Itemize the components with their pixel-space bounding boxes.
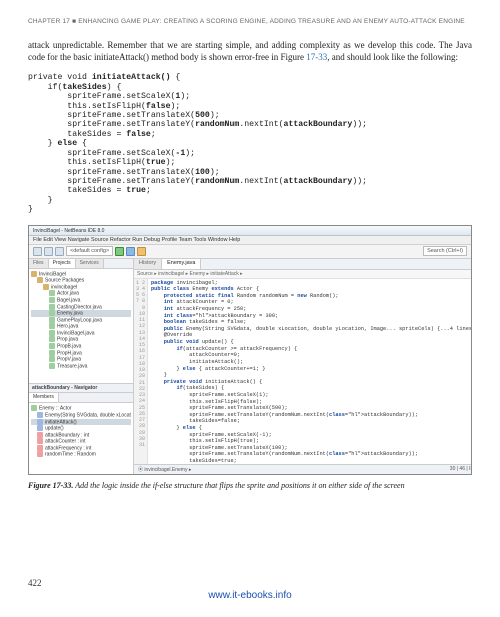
tree-root: InvinciBagel: [31, 271, 131, 278]
nav-item-selected: initiateAttack(): [31, 419, 131, 426]
run-icon[interactable]: [115, 247, 124, 256]
caption-text: Add the logic inside the if-else structu…: [73, 481, 404, 490]
editor-status-bar: ⦿ invincibagel.Enemy ▸ 30 | 46 | INS: [134, 464, 472, 474]
figure-caption: Figure 17-33. Add the logic inside the i…: [28, 481, 472, 490]
figure-reference-link[interactable]: 17-33: [306, 52, 327, 62]
ide-toolbar: <default config> Search (Ctrl+I): [29, 245, 471, 259]
tree-file: Hero.java: [31, 323, 131, 330]
nav-class: Enemy :: Actor: [31, 405, 131, 412]
project-tree[interactable]: InvinciBagel Source Packages invincibage…: [29, 269, 133, 372]
status-cursor: 30 | 46 | INS: [450, 466, 472, 473]
page-number: 422: [28, 578, 472, 588]
tree-file: InvinciBagel.java: [31, 330, 131, 337]
tree-pkg: invincibagel: [31, 284, 131, 291]
nav-item: attackFrequency : int: [31, 445, 131, 452]
tree-file: PropV.java: [31, 356, 131, 363]
nav-item: randomTime : Random: [31, 451, 131, 458]
open-icon[interactable]: [44, 247, 53, 256]
editor-code-area[interactable]: package invincibagel; public class Enemy…: [148, 279, 472, 464]
editor-tab-file[interactable]: Enemy.java: [162, 259, 201, 269]
code-listing: private void initiateAttack() { if(takeS…: [28, 73, 472, 214]
intro-text-post: , and should look like the following:: [327, 52, 458, 62]
navigator-tree[interactable]: Enemy :: Actor Enemy(String SVGdata, dou…: [29, 403, 133, 460]
figure-number: Figure 17-33.: [28, 481, 73, 490]
intro-paragraph: attack unpredictable. Remember that we a…: [28, 39, 472, 63]
ide-screenshot: InvinciBagel - NetBeans IDE 8.0 File Edi…: [28, 225, 472, 475]
editor-tab-history[interactable]: History: [134, 259, 162, 269]
tab-projects[interactable]: Projects: [49, 259, 76, 268]
tree-file: Prop.java: [31, 336, 131, 343]
navigator-title: attackBoundary - Navigator: [29, 384, 133, 393]
ide-title-bar: InvinciBagel - NetBeans IDE 8.0: [29, 226, 471, 236]
navigator-members-tab[interactable]: Members: [29, 393, 59, 402]
debug-icon[interactable]: [126, 247, 135, 256]
ide-editor: History Enemy.java Source ▸ invincibagel…: [134, 259, 472, 474]
profile-icon[interactable]: [137, 247, 146, 256]
tab-services[interactable]: Services: [76, 259, 104, 268]
tree-file: PropH.java: [31, 350, 131, 357]
nav-item: Enemy(String SVGdata, double xLocation: [31, 412, 131, 419]
tree-file: CastingDirector.java: [31, 304, 131, 311]
save-icon[interactable]: [55, 247, 64, 256]
config-dropdown[interactable]: <default config>: [66, 246, 113, 256]
chapter-header: CHAPTER 17 ■ ENHANCING GAME PLAY: CREATI…: [28, 18, 472, 25]
ide-left-panel: Files Projects Services InvinciBagel Sou…: [29, 259, 134, 474]
new-file-icon[interactable]: [33, 247, 42, 256]
tree-file: Actor.java: [31, 290, 131, 297]
tree-file-selected: Enemy.java: [31, 310, 131, 317]
tree-file: GamePlayLoop.java: [31, 317, 131, 324]
tab-files[interactable]: Files: [29, 259, 49, 268]
editor-breadcrumb[interactable]: Source ▸ invincibagel ▸ Enemy ▸ initiate…: [134, 270, 472, 279]
site-link[interactable]: www.it-ebooks.info: [28, 590, 472, 601]
tree-file: Bagel.java: [31, 297, 131, 304]
nav-item: update(): [31, 425, 131, 432]
tree-file: PropB.java: [31, 343, 131, 350]
tree-file: Treasure.java: [31, 363, 131, 370]
tree-src: Source Packages: [31, 277, 131, 284]
editor-gutter: 1 2 3 4 5 6 7 8 9 10 11 12 13 14 15 16 1…: [134, 279, 148, 464]
nav-item: attackCounter : int: [31, 438, 131, 445]
search-input[interactable]: Search (Ctrl+I): [423, 246, 467, 256]
status-left: ⦿ invincibagel.Enemy ▸: [138, 466, 191, 473]
ide-menu-bar[interactable]: File Edit View Navigate Source Refactor …: [29, 236, 471, 245]
nav-item: attackBoundary : int: [31, 432, 131, 439]
